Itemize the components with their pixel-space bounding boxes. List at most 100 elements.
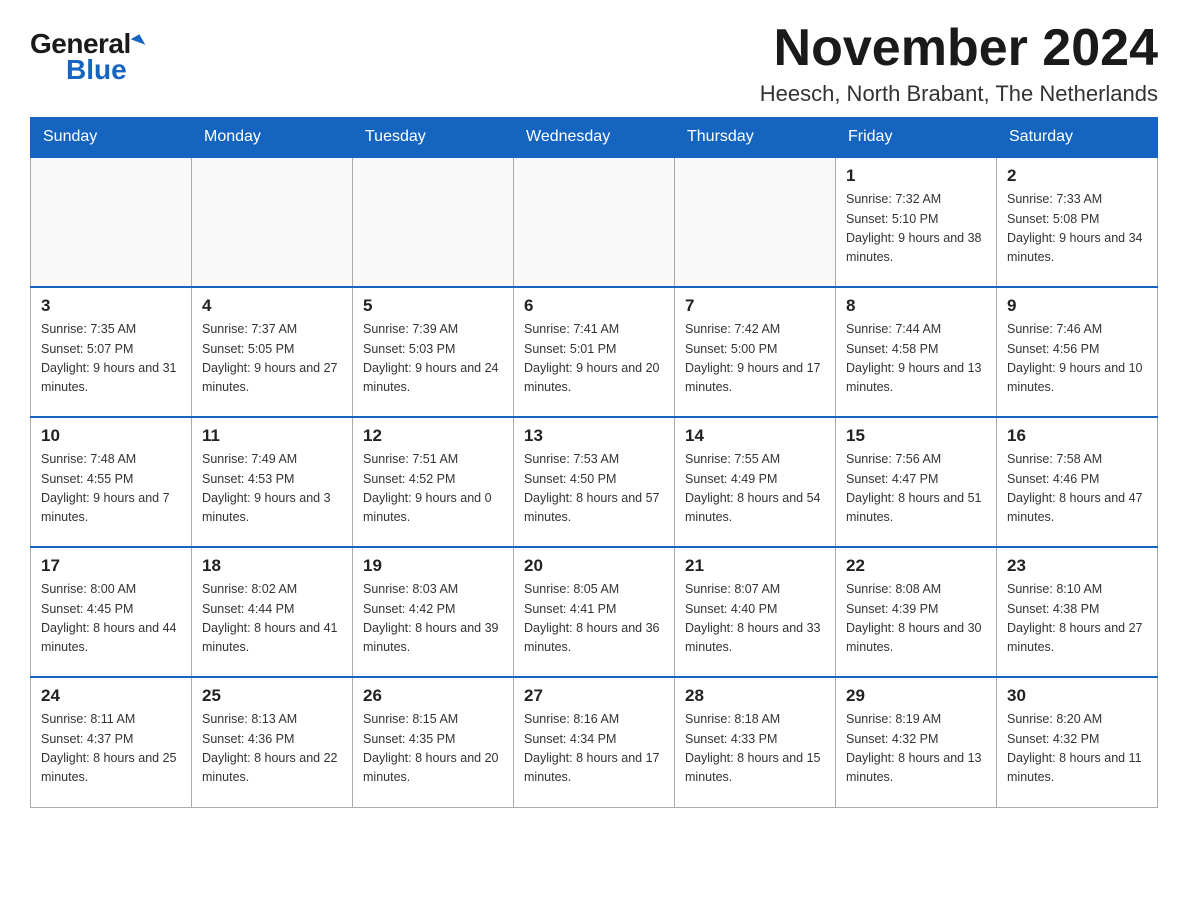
day-info: Sunrise: 7:32 AM Sunset: 5:10 PM Dayligh… xyxy=(846,190,986,268)
day-number: 12 xyxy=(363,426,503,446)
day-info: Sunrise: 7:39 AM Sunset: 5:03 PM Dayligh… xyxy=(363,320,503,398)
week-row-3: 10Sunrise: 7:48 AM Sunset: 4:55 PM Dayli… xyxy=(31,417,1158,547)
day-number: 14 xyxy=(685,426,825,446)
day-info: Sunrise: 8:08 AM Sunset: 4:39 PM Dayligh… xyxy=(846,580,986,658)
calendar-cell: 2Sunrise: 7:33 AM Sunset: 5:08 PM Daylig… xyxy=(997,157,1158,287)
day-number: 13 xyxy=(524,426,664,446)
day-info: Sunrise: 7:49 AM Sunset: 4:53 PM Dayligh… xyxy=(202,450,342,528)
calendar-cell: 4 Sunrise: 7:37 AM Sunset: 5:05 PM Daylig… xyxy=(192,287,353,417)
week-row-2: 3 Sunrise: 7:35 AM Sunset: 5:07 PM Daylig… xyxy=(31,287,1158,417)
calendar-cell: 28 Sunrise: 8:18 AM Sunset: 4:33 PM Dayli… xyxy=(675,677,836,807)
weekday-header-thursday: Thursday xyxy=(675,118,836,158)
day-number: 23 xyxy=(1007,556,1147,576)
week-row-1: 1Sunrise: 7:32 AM Sunset: 5:10 PM Daylig… xyxy=(31,157,1158,287)
day-number: 29 xyxy=(846,686,986,706)
calendar-cell: 9 Sunrise: 7:46 AM Sunset: 4:56 PM Daylig… xyxy=(997,287,1158,417)
calendar-cell: 16Sunrise: 7:58 AM Sunset: 4:46 PM Dayli… xyxy=(997,417,1158,547)
day-number: 3 xyxy=(41,296,181,316)
logo: General Blue xyxy=(30,28,143,86)
day-number: 30 xyxy=(1007,686,1147,706)
day-number: 22 xyxy=(846,556,986,576)
calendar-table: SundayMondayTuesdayWednesdayThursdayFrid… xyxy=(30,117,1158,808)
day-number: 7 xyxy=(685,296,825,316)
calendar-cell: 17Sunrise: 8:00 AM Sunset: 4:45 PM Dayli… xyxy=(31,547,192,677)
day-number: 26 xyxy=(363,686,503,706)
calendar-cell: 7Sunrise: 7:42 AM Sunset: 5:00 PM Daylig… xyxy=(675,287,836,417)
calendar-cell: 30 Sunrise: 8:20 AM Sunset: 4:32 PM Dayli… xyxy=(997,677,1158,807)
calendar-cell xyxy=(353,157,514,287)
day-number: 28 xyxy=(685,686,825,706)
calendar-cell: 27 Sunrise: 8:16 AM Sunset: 4:34 PM Dayli… xyxy=(514,677,675,807)
day-info: Sunrise: 7:51 AM Sunset: 4:52 PM Dayligh… xyxy=(363,450,503,528)
calendar-cell: 23 Sunrise: 8:10 AM Sunset: 4:38 PM Dayli… xyxy=(997,547,1158,677)
day-number: 4 xyxy=(202,296,342,316)
calendar-cell: 13 Sunrise: 7:53 AM Sunset: 4:50 PM Dayli… xyxy=(514,417,675,547)
day-number: 9 xyxy=(1007,296,1147,316)
day-info: Sunrise: 8:15 AM Sunset: 4:35 PM Dayligh… xyxy=(363,710,503,788)
weekday-header-monday: Monday xyxy=(192,118,353,158)
calendar-cell: 21 Sunrise: 8:07 AM Sunset: 4:40 PM Dayli… xyxy=(675,547,836,677)
day-number: 16 xyxy=(1007,426,1147,446)
day-number: 8 xyxy=(846,296,986,316)
calendar-cell: 14Sunrise: 7:55 AM Sunset: 4:49 PM Dayli… xyxy=(675,417,836,547)
calendar-cell: 1Sunrise: 7:32 AM Sunset: 5:10 PM Daylig… xyxy=(836,157,997,287)
weekday-header-sunday: Sunday xyxy=(31,118,192,158)
day-info: Sunrise: 8:10 AM Sunset: 4:38 PM Dayligh… xyxy=(1007,580,1147,658)
weekday-header-wednesday: Wednesday xyxy=(514,118,675,158)
calendar-cell: 5 Sunrise: 7:39 AM Sunset: 5:03 PM Daylig… xyxy=(353,287,514,417)
day-info: Sunrise: 7:33 AM Sunset: 5:08 PM Dayligh… xyxy=(1007,190,1147,268)
calendar-cell: 12 Sunrise: 7:51 AM Sunset: 4:52 PM Dayli… xyxy=(353,417,514,547)
day-info: Sunrise: 7:44 AM Sunset: 4:58 PM Dayligh… xyxy=(846,320,986,398)
calendar-cell: 20 Sunrise: 8:05 AM Sunset: 4:41 PM Dayli… xyxy=(514,547,675,677)
calendar-cell xyxy=(31,157,192,287)
month-title: November 2024 xyxy=(760,20,1158,77)
calendar-cell: 6Sunrise: 7:41 AM Sunset: 5:01 PM Daylig… xyxy=(514,287,675,417)
calendar-cell: 10Sunrise: 7:48 AM Sunset: 4:55 PM Dayli… xyxy=(31,417,192,547)
week-row-5: 24Sunrise: 8:11 AM Sunset: 4:37 PM Dayli… xyxy=(31,677,1158,807)
calendar-cell: 8 Sunrise: 7:44 AM Sunset: 4:58 PM Daylig… xyxy=(836,287,997,417)
calendar-cell xyxy=(514,157,675,287)
title-area: November 2024 Heesch, North Brabant, The… xyxy=(760,20,1158,107)
day-number: 5 xyxy=(363,296,503,316)
day-info: Sunrise: 8:16 AM Sunset: 4:34 PM Dayligh… xyxy=(524,710,664,788)
calendar-cell: 18Sunrise: 8:02 AM Sunset: 4:44 PM Dayli… xyxy=(192,547,353,677)
day-number: 21 xyxy=(685,556,825,576)
day-info: Sunrise: 8:20 AM Sunset: 4:32 PM Dayligh… xyxy=(1007,710,1147,788)
day-info: Sunrise: 7:53 AM Sunset: 4:50 PM Dayligh… xyxy=(524,450,664,528)
calendar-cell: 22 Sunrise: 8:08 AM Sunset: 4:39 PM Dayli… xyxy=(836,547,997,677)
calendar-cell xyxy=(675,157,836,287)
day-info: Sunrise: 7:46 AM Sunset: 4:56 PM Dayligh… xyxy=(1007,320,1147,398)
calendar-cell: 15 Sunrise: 7:56 AM Sunset: 4:47 PM Dayli… xyxy=(836,417,997,547)
day-info: Sunrise: 8:00 AM Sunset: 4:45 PM Dayligh… xyxy=(41,580,181,658)
day-info: Sunrise: 7:37 AM Sunset: 5:05 PM Dayligh… xyxy=(202,320,342,398)
day-info: Sunrise: 8:05 AM Sunset: 4:41 PM Dayligh… xyxy=(524,580,664,658)
calendar-cell: 29 Sunrise: 8:19 AM Sunset: 4:32 PM Dayli… xyxy=(836,677,997,807)
day-info: Sunrise: 8:19 AM Sunset: 4:32 PM Dayligh… xyxy=(846,710,986,788)
page-header: General Blue November 2024 Heesch, North… xyxy=(30,20,1158,107)
day-info: Sunrise: 8:03 AM Sunset: 4:42 PM Dayligh… xyxy=(363,580,503,658)
weekday-header-friday: Friday xyxy=(836,118,997,158)
calendar-cell: 11 Sunrise: 7:49 AM Sunset: 4:53 PM Dayli… xyxy=(192,417,353,547)
calendar-cell: 25Sunrise: 8:13 AM Sunset: 4:36 PM Dayli… xyxy=(192,677,353,807)
day-info: Sunrise: 7:41 AM Sunset: 5:01 PM Dayligh… xyxy=(524,320,664,398)
day-number: 15 xyxy=(846,426,986,446)
weekday-header-saturday: Saturday xyxy=(997,118,1158,158)
day-info: Sunrise: 7:35 AM Sunset: 5:07 PM Dayligh… xyxy=(41,320,181,398)
day-number: 20 xyxy=(524,556,664,576)
location-title: Heesch, North Brabant, The Netherlands xyxy=(760,81,1158,107)
day-number: 25 xyxy=(202,686,342,706)
day-info: Sunrise: 8:18 AM Sunset: 4:33 PM Dayligh… xyxy=(685,710,825,788)
day-info: Sunrise: 7:48 AM Sunset: 4:55 PM Dayligh… xyxy=(41,450,181,528)
logo-triangle-icon xyxy=(130,34,145,49)
day-number: 11 xyxy=(202,426,342,446)
calendar-cell: 26 Sunrise: 8:15 AM Sunset: 4:35 PM Dayli… xyxy=(353,677,514,807)
logo-blue-text: Blue xyxy=(48,54,127,86)
calendar-cell: 19Sunrise: 8:03 AM Sunset: 4:42 PM Dayli… xyxy=(353,547,514,677)
day-info: Sunrise: 8:02 AM Sunset: 4:44 PM Dayligh… xyxy=(202,580,342,658)
day-info: Sunrise: 8:07 AM Sunset: 4:40 PM Dayligh… xyxy=(685,580,825,658)
day-info: Sunrise: 8:11 AM Sunset: 4:37 PM Dayligh… xyxy=(41,710,181,788)
weekday-header-tuesday: Tuesday xyxy=(353,118,514,158)
day-info: Sunrise: 7:56 AM Sunset: 4:47 PM Dayligh… xyxy=(846,450,986,528)
day-number: 27 xyxy=(524,686,664,706)
calendar-cell: 24Sunrise: 8:11 AM Sunset: 4:37 PM Dayli… xyxy=(31,677,192,807)
